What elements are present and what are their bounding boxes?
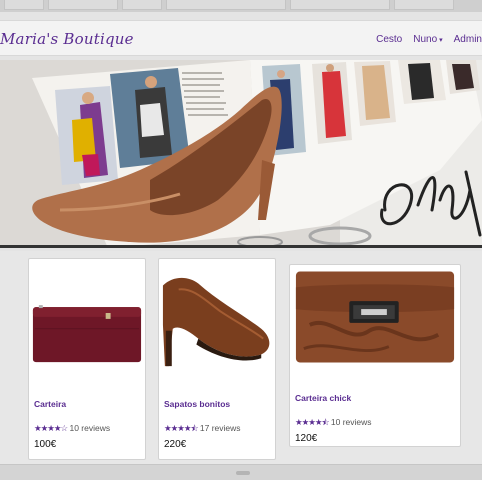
product-list: Carteira ★★★★☆ 10 reviews 100€ Sapatos b…: [0, 251, 482, 464]
top-strip-segment: [166, 0, 286, 10]
drag-handle[interactable]: [236, 471, 250, 475]
product-image-shoe: [159, 259, 275, 371]
rating-stars-icon: ★★★★⯪: [164, 423, 199, 433]
hero-banner: [0, 60, 482, 248]
bottom-scroll-bar: [0, 464, 482, 480]
product-image-wallet: [29, 259, 145, 367]
nav-item-label: Cesto: [376, 34, 403, 45]
product-price: 120€: [295, 433, 318, 444]
top-strip-segment: [290, 0, 390, 10]
product-title-link[interactable]: Carteira: [34, 399, 66, 409]
rating-stars-icon: ★★★★⯪: [295, 417, 330, 427]
hero-magazine-shoe-image: [0, 60, 482, 245]
chevron-down-icon: ▾: [439, 36, 443, 44]
product-title-link[interactable]: Carteira chick: [295, 393, 351, 403]
nav-item-label: Admin: [453, 34, 482, 45]
product-rating: ★★★★⯪ 10 reviews: [295, 417, 372, 431]
product-card[interactable]: Carteira chick ★★★★⯪ 10 reviews 120€: [289, 264, 461, 447]
rating-stars-icon: ★★★★☆: [34, 423, 68, 433]
review-count: 17 reviews: [199, 423, 241, 433]
nav-item-admin[interactable]: Admin: [454, 34, 482, 45]
product-rating: ★★★★⯪ 17 reviews: [164, 423, 241, 437]
product-price: 220€: [164, 439, 187, 450]
product-price: 100€: [34, 439, 57, 450]
top-strip-segment: [4, 0, 44, 10]
top-strip-segment: [394, 0, 454, 10]
review-count: 10 reviews: [330, 417, 372, 427]
top-strip-segment: [122, 0, 162, 10]
product-image-clutch: [290, 265, 460, 369]
browser-top-strip: [0, 0, 482, 12]
nav-item-nuno-dropdown[interactable]: Nuno ▾: [413, 34, 442, 45]
navbar: Maria's Boutique Cesto Nuno ▾ Admin: [0, 20, 482, 56]
product-title-link[interactable]: Sapatos bonitos: [164, 399, 230, 409]
product-card[interactable]: Sapatos bonitos ★★★★⯪ 17 reviews 220€: [158, 258, 276, 460]
top-strip-segment: [48, 0, 118, 10]
review-count: 10 reviews: [69, 423, 111, 433]
nav-item-label: Nuno: [413, 34, 438, 45]
nav-links: Cesto Nuno ▾ Admin: [376, 34, 482, 45]
product-card[interactable]: Carteira ★★★★☆ 10 reviews 100€: [28, 258, 146, 460]
product-rating: ★★★★☆ 10 reviews: [34, 423, 110, 434]
nav-item-cesto[interactable]: Cesto: [376, 34, 402, 45]
brand-logo[interactable]: Maria's Boutique: [0, 30, 134, 48]
